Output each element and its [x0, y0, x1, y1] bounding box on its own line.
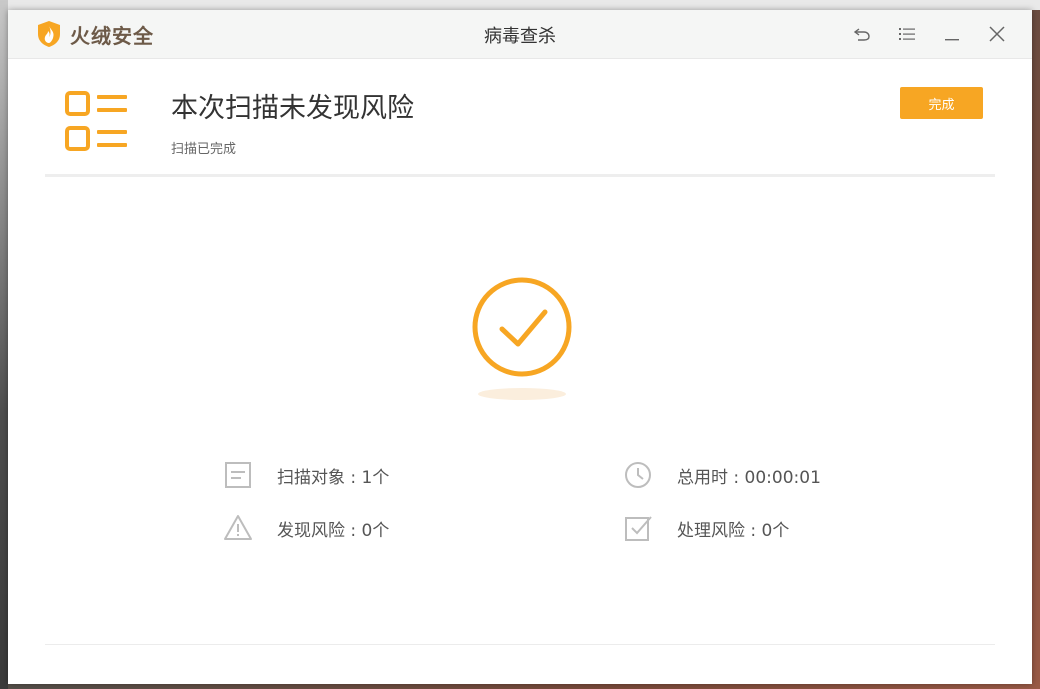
- window-title: 病毒查杀: [484, 26, 556, 47]
- close-icon: [989, 26, 1005, 42]
- menu-icon: [899, 28, 915, 40]
- stat-scan-objects: 扫描对象 : 1个: [223, 459, 389, 491]
- warning-icon: [224, 515, 252, 540]
- stat-risks-handled: 处理风险 : 0个: [623, 512, 789, 544]
- desktop-background: [0, 0, 1040, 10]
- minimize-icon: [945, 39, 959, 41]
- desktop-edge: [0, 0, 8, 689]
- checkbox-icon: [625, 516, 652, 541]
- app-window: 火绒安全 病毒查杀 本次扫描未发现风险 扫描已完成 完成 扫描对象: 1个 总…: [8, 10, 1032, 684]
- stat-total-time: 总用时 : 00:00:01: [623, 459, 821, 491]
- stat-risks-found: 发现风险 : 0个: [223, 512, 389, 544]
- back-button[interactable]: [850, 22, 874, 46]
- scan-objects-label: 扫描对象 : 1个: [277, 467, 390, 488]
- document-icon: [225, 462, 251, 488]
- divider: [45, 174, 995, 177]
- close-button[interactable]: [985, 22, 1009, 46]
- menu-button[interactable]: [895, 22, 919, 46]
- result-title: 本次扫描未发现风险: [171, 93, 414, 124]
- icon-shadow: [478, 388, 566, 400]
- done-button[interactable]: 完成: [900, 87, 983, 119]
- total-time-label: 总用时 : 00:00:01: [677, 467, 821, 488]
- report-list-icon: [65, 91, 127, 151]
- title-bar[interactable]: 火绒安全 病毒查杀: [8, 10, 1032, 59]
- risks-handled-label: 处理风险 : 0个: [677, 520, 790, 541]
- footer-divider: [45, 644, 995, 645]
- clock-icon: [625, 462, 651, 488]
- result-subtitle: 扫描已完成: [171, 142, 237, 157]
- success-check-icon: [472, 277, 572, 377]
- minimize-button[interactable]: [940, 22, 964, 46]
- risks-found-label: 发现风险 : 0个: [277, 520, 390, 541]
- back-icon: [853, 28, 870, 41]
